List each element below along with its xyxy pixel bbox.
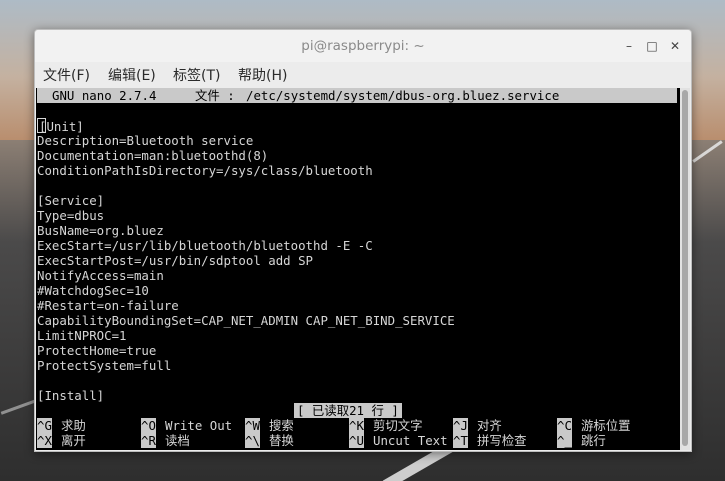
editor-line: Documentation=man:bluetoothd(8) — [37, 148, 269, 163]
editor-line: [Unit] — [37, 118, 84, 134]
editor-line: Description=Bluetooth service — [37, 133, 254, 148]
editor-line: [Install] — [37, 388, 105, 403]
shortcut-key: ^_ — [557, 433, 572, 448]
scrollbar-thumb[interactable] — [682, 90, 688, 446]
nano-version: GNU nano 2.7.4 — [52, 88, 157, 103]
window-title: pi@raspberrypi: ~ — [301, 38, 425, 54]
menu-tabs[interactable]: 标签(T) — [173, 65, 220, 85]
shortcut-label: 对齐 — [477, 418, 502, 433]
window-titlebar[interactable]: pi@raspberrypi: ~ – □ ✕ — [35, 30, 691, 62]
nano-file-label: 文件 : — [195, 88, 235, 103]
shortcut-key: ^U — [349, 433, 364, 448]
editor-line: ExecStartPost=/usr/bin/sdptool add SP — [37, 253, 314, 268]
editor-line: LimitNPROC=1 — [37, 328, 127, 343]
shortcut-key: ^\ — [245, 433, 260, 448]
shortcut-label: 读档 — [165, 433, 190, 448]
editor-line: NotifyAccess=main — [37, 268, 164, 283]
terminal-scrollbar[interactable] — [680, 88, 690, 450]
shortcut-label: 拼写检查 — [477, 433, 527, 448]
editor-line: #WatchdogSec=10 — [37, 283, 149, 298]
shortcut-key: ^O — [141, 418, 156, 433]
close-button[interactable]: ✕ — [665, 36, 685, 56]
editor-line: CapabilityBoundingSet=CAP_NET_ADMIN CAP_… — [37, 313, 455, 328]
shortcut-key: ^K — [349, 418, 364, 433]
shortcut-key: ^C — [557, 418, 572, 433]
shortcut-key: ^X — [37, 433, 52, 448]
nano-file-path: /etc/systemd/system/dbus-org.bluez.servi… — [246, 88, 560, 103]
status-message: [ 已读取21 行 ] — [294, 403, 402, 418]
shortcut-label: 游标位置 — [581, 418, 631, 433]
menu-help[interactable]: 帮助(H) — [238, 65, 287, 85]
shortcut-label: 搜索 — [269, 418, 294, 433]
terminal-area[interactable]: GNU nano 2.7.4 文件 : /etc/systemd/system/… — [36, 88, 680, 450]
maximize-button[interactable]: □ — [642, 36, 662, 56]
minimize-button[interactable]: – — [619, 36, 639, 56]
shortcut-key: ^W — [245, 418, 260, 433]
text-cursor — [37, 118, 46, 133]
editor-line: ConditionPathIsDirectory=/sys/class/blue… — [37, 163, 373, 178]
menu-file[interactable]: 文件(F) — [43, 65, 90, 85]
menu-edit[interactable]: 编辑(E) — [108, 65, 156, 85]
nano-header: GNU nano 2.7.4 文件 : /etc/systemd/system/… — [37, 88, 677, 103]
shortcut-label: Write Out — [165, 418, 233, 433]
shortcut-label: Uncut Text — [373, 433, 448, 448]
shortcut-key: ^T — [453, 433, 468, 448]
shortcut-row: ^X 离开 ^R 读档 ^\ 替换 ^U Uncut Text ^T 拼写检查 … — [37, 433, 677, 448]
shortcut-key: ^J — [453, 418, 468, 433]
shortcut-label: 离开 — [61, 433, 86, 448]
terminal-window: pi@raspberrypi: ~ – □ ✕ 文件(F) 编辑(E) 标签(T… — [34, 29, 692, 452]
editor-line: ProtectSystem=full — [37, 358, 172, 373]
shortcut-label: 剪切文字 — [373, 418, 423, 433]
shortcut-label: 求助 — [61, 418, 86, 433]
menu-bar: 文件(F) 编辑(E) 标签(T) 帮助(H) — [35, 62, 691, 88]
editor-line: Type=dbus — [37, 208, 105, 223]
editor-line: ProtectHome=true — [37, 343, 157, 358]
editor-line: BusName=org.bluez — [37, 223, 164, 238]
shortcut-key: ^R — [141, 433, 156, 448]
shortcut-key: ^G — [37, 418, 52, 433]
editor-line: #Restart=on-failure — [37, 298, 179, 313]
editor-line: [Service] — [37, 193, 105, 208]
shortcut-row: ^G 求助 ^O Write Out ^W 搜索 ^K 剪切文字 ^J 对齐 ^… — [37, 418, 677, 433]
editor-line: ExecStart=/usr/lib/bluetooth/bluetoothd … — [37, 238, 373, 253]
shortcut-label: 替换 — [269, 433, 294, 448]
shortcut-label: 跳行 — [581, 433, 606, 448]
